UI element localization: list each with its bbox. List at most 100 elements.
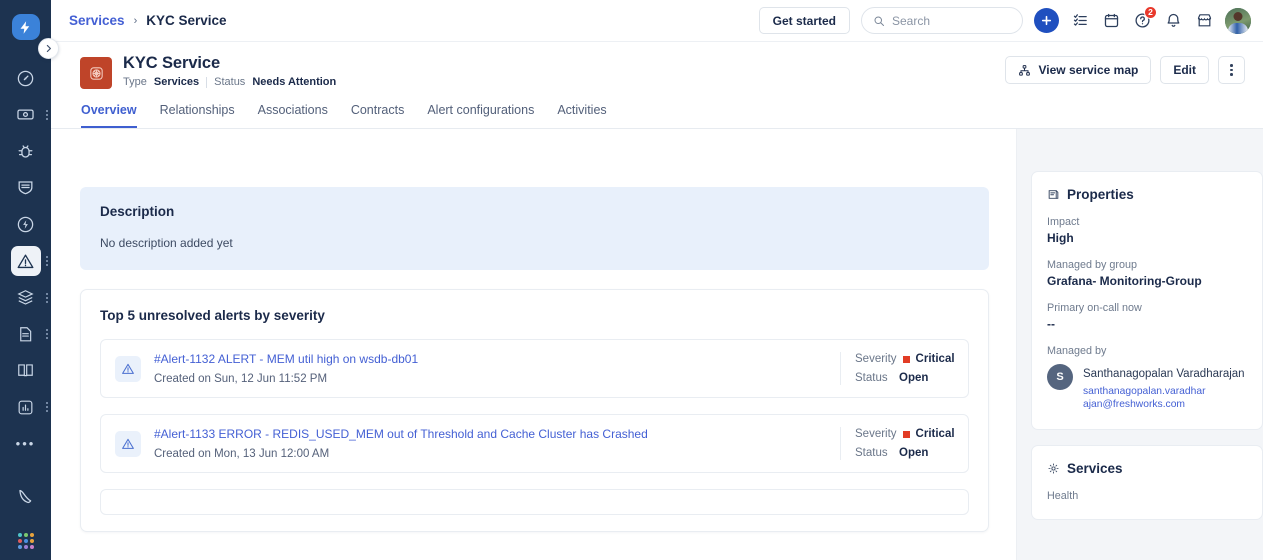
- view-service-map-label: View service map: [1038, 63, 1138, 77]
- main-region: Services › KYC Service Get started: [51, 0, 1263, 560]
- sidebar-item-purchase-orders[interactable]: [0, 316, 51, 352]
- more-actions-button[interactable]: [1218, 56, 1245, 84]
- sidebar-item-assets[interactable]: [0, 280, 51, 316]
- user-avatar[interactable]: [1225, 8, 1251, 34]
- chevron-right-icon: ›: [134, 15, 138, 27]
- get-started-button[interactable]: Get started: [759, 7, 850, 34]
- book-icon: [11, 356, 41, 386]
- tab-activities[interactable]: Activities: [557, 103, 606, 128]
- calendar-button[interactable]: [1101, 11, 1121, 31]
- sidebar-item-menu[interactable]: [46, 293, 48, 303]
- owner-block: S Santhanagopalan Varadharajan santhanag…: [1047, 364, 1247, 412]
- alert-status: Status Open: [855, 447, 968, 459]
- sidebar-item-menu[interactable]: [46, 256, 48, 266]
- tab-relationships[interactable]: Relationships: [160, 103, 235, 128]
- severity-value: Critical: [916, 428, 955, 440]
- calendar-icon: [1103, 12, 1120, 29]
- notifications-button[interactable]: [1163, 11, 1183, 31]
- sidebar-item-changes[interactable]: [0, 170, 51, 206]
- sidebar-item-dashboard[interactable]: [0, 60, 51, 96]
- services-title: Services: [1067, 461, 1123, 476]
- alerts-card: Top 5 unresolved alerts by severity #Ale…: [80, 289, 989, 532]
- status-value: Open: [899, 372, 928, 384]
- help-badge: 2: [1144, 6, 1157, 19]
- store-icon: [1196, 12, 1213, 29]
- sidebar-item-tickets[interactable]: [0, 97, 51, 133]
- sidebar-item-menu[interactable]: [46, 402, 48, 412]
- group-value: Grafana- Monitoring-Group: [1047, 274, 1247, 288]
- severity-dot-icon: [903, 356, 910, 363]
- status-label: Status: [214, 76, 245, 88]
- tab-associations[interactable]: Associations: [258, 103, 328, 128]
- bolt-logo[interactable]: [12, 14, 40, 40]
- breadcrumb: Services › KYC Service: [69, 13, 227, 28]
- description-body: No description added yet: [100, 236, 969, 250]
- property-managed-group: Managed by group Grafana- Monitoring-Gro…: [1047, 259, 1247, 288]
- owner-name: Santhanagopalan Varadharajan: [1083, 368, 1245, 380]
- type-value: Services: [154, 76, 199, 88]
- properties-icon: [1047, 188, 1060, 201]
- search-input[interactable]: [892, 14, 1011, 28]
- table-row[interactable]: #Alert-1133 ERROR - REDIS_USED_MEM out o…: [100, 414, 969, 473]
- avatar: S: [1047, 364, 1073, 390]
- ticket-icon: [11, 100, 41, 130]
- sidebar-item-alerts[interactable]: [0, 243, 51, 279]
- bug-icon: [11, 136, 41, 166]
- globe-tile-icon: [88, 65, 105, 82]
- sidebar-item-more[interactable]: •••: [0, 426, 51, 462]
- tasks-button[interactable]: [1070, 11, 1090, 31]
- sidebar-item-phone[interactable]: [0, 479, 51, 515]
- sidebar-item-problems[interactable]: [0, 133, 51, 169]
- overview-content: Description No description added yet Top…: [51, 129, 1016, 560]
- impact-value: High: [1047, 231, 1247, 245]
- breadcrumb-services[interactable]: Services: [69, 13, 125, 28]
- alert-title-link[interactable]: #Alert-1132 ALERT - MEM util high on wsd…: [154, 352, 830, 366]
- services-health: Health: [1047, 490, 1247, 502]
- edit-label: Edit: [1173, 63, 1196, 77]
- alert-title-link[interactable]: #Alert-1133 ERROR - REDIS_USED_MEM out o…: [154, 427, 830, 441]
- top-bar: Services › KYC Service Get started: [51, 0, 1263, 42]
- ellipsis-icon: •••: [16, 437, 36, 450]
- shield-icon: [11, 173, 41, 203]
- sidebar-item-menu[interactable]: [46, 110, 48, 120]
- gauge-icon: [11, 63, 41, 93]
- search-icon: [873, 15, 885, 27]
- status-label: Status: [855, 447, 893, 459]
- service-header: KYC Service Type Services Status Needs A…: [51, 42, 1263, 129]
- severity-dot-icon: [903, 431, 910, 438]
- view-service-map-button[interactable]: View service map: [1005, 56, 1151, 84]
- tab-alert-configurations[interactable]: Alert configurations: [427, 103, 534, 128]
- apps-grid-icon: [18, 533, 34, 549]
- alert-created: Created on Mon, 13 Jun 12:00 AM: [154, 448, 830, 460]
- severity-value: Critical: [916, 353, 955, 365]
- sidebar-item-apps[interactable]: [0, 523, 51, 559]
- service-meta: Type Services Status Needs Attention: [123, 76, 336, 88]
- owner-email[interactable]: santhanagopalan.varadharajan@freshworks.…: [1083, 385, 1211, 413]
- phone-icon: [11, 482, 41, 512]
- impact-label: Impact: [1047, 216, 1247, 228]
- alert-status: Status Open: [855, 372, 968, 384]
- edit-button[interactable]: Edit: [1160, 56, 1209, 84]
- search-box[interactable]: [861, 7, 1023, 34]
- add-button[interactable]: [1034, 8, 1059, 33]
- tab-contracts[interactable]: Contracts: [351, 103, 405, 128]
- status-badge: Needs Attention: [252, 76, 336, 88]
- alert-created: Created on Sun, 12 Jun 11:52 PM: [154, 373, 830, 385]
- body-area: Description No description added yet Top…: [51, 129, 1263, 560]
- plus-icon: [1040, 14, 1053, 27]
- table-row[interactable]: #Alert-1132 ALERT - MEM util high on wsd…: [100, 339, 969, 398]
- sidebar-item-analytics[interactable]: [0, 390, 51, 426]
- sidebar-item-releases[interactable]: [0, 207, 51, 243]
- severity-label: Severity: [855, 353, 897, 365]
- oncall-label: Primary on-call now: [1047, 302, 1247, 314]
- marketplace-button[interactable]: [1194, 11, 1214, 31]
- description-title: Description: [100, 204, 969, 219]
- sidebar-expand-toggle[interactable]: [38, 38, 59, 59]
- alerts-title: Top 5 unresolved alerts by severity: [100, 308, 969, 323]
- tab-overview[interactable]: Overview: [81, 103, 137, 128]
- help-button[interactable]: 2: [1132, 11, 1152, 31]
- sidebar-item-menu[interactable]: [46, 329, 48, 339]
- sidebar-item-solutions[interactable]: [0, 353, 51, 389]
- sitemap-icon: [1018, 64, 1031, 77]
- table-row[interactable]: [100, 489, 969, 515]
